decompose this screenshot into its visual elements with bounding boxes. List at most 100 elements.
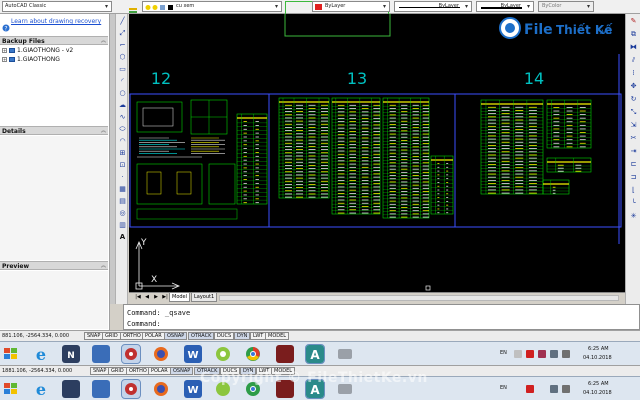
- internet-explorer-icon[interactable]: e: [32, 380, 50, 399]
- windows-start-icon[interactable]: [2, 345, 20, 363]
- firefox-icon[interactable]: [152, 345, 170, 363]
- polyline-icon[interactable]: ⌐: [118, 41, 127, 50]
- polar-toggle[interactable]: POLAR: [148, 367, 171, 375]
- color-dropdown[interactable]: ByLayer ▾: [312, 1, 390, 12]
- horizontal-scrollbar[interactable]: [219, 295, 619, 301]
- file-explorer-icon[interactable]: [92, 380, 110, 398]
- rectangle-icon[interactable]: ▭: [118, 65, 127, 74]
- stretch-icon[interactable]: ⇲: [629, 121, 638, 130]
- command-prompt[interactable]: Command:: [127, 320, 161, 328]
- move-icon[interactable]: ✥: [629, 82, 638, 91]
- network-icon[interactable]: [550, 385, 558, 393]
- join-icon[interactable]: ⊐: [629, 173, 638, 182]
- grid-toggle[interactable]: GRID: [108, 367, 127, 375]
- trim-icon[interactable]: ✂: [629, 134, 638, 143]
- plotstyle-dropdown[interactable]: ByColor ▾: [538, 1, 594, 12]
- circle-icon[interactable]: ○: [118, 89, 127, 98]
- first-tab-icon[interactable]: |◀: [135, 294, 141, 301]
- point-icon[interactable]: ·: [118, 173, 127, 182]
- app-icon[interactable]: [276, 345, 294, 363]
- next-tab-icon[interactable]: ▶: [153, 294, 159, 301]
- osnap-toggle[interactable]: OSNAP: [170, 367, 194, 375]
- file-explorer-icon[interactable]: [92, 345, 110, 363]
- ortho-toggle[interactable]: ORTHO: [120, 332, 144, 340]
- ellipse-icon[interactable]: ⬭: [118, 125, 127, 134]
- chrome-icon[interactable]: [244, 345, 262, 363]
- lwt-toggle[interactable]: LWT: [250, 332, 267, 340]
- linetype-dropdown[interactable]: ByLayer ▾: [394, 1, 472, 12]
- word-icon[interactable]: W: [184, 345, 202, 363]
- last-tab-icon[interactable]: ▶|: [162, 294, 168, 301]
- offset-icon[interactable]: ⫽: [629, 56, 638, 65]
- language-indicator[interactable]: EN: [500, 385, 507, 391]
- ortho-toggle[interactable]: ORTHO: [126, 367, 150, 375]
- network-icon[interactable]: [550, 350, 558, 358]
- mtext-icon[interactable]: A: [118, 233, 127, 242]
- break-icon[interactable]: ⊏: [629, 160, 638, 169]
- ellipse-arc-icon[interactable]: ◠: [118, 137, 127, 146]
- clock-time[interactable]: 6:25 AM: [588, 381, 609, 387]
- make-block-icon[interactable]: ⊡: [118, 161, 127, 170]
- insert-block-icon[interactable]: ⊞: [118, 149, 127, 158]
- construction-line-icon[interactable]: ⤢: [118, 29, 127, 38]
- autocad-icon[interactable]: A: [305, 344, 325, 364]
- app-icon[interactable]: [214, 345, 232, 363]
- unikey-icon[interactable]: [526, 385, 534, 393]
- extend-icon[interactable]: ⇥: [629, 147, 638, 156]
- firefox-icon[interactable]: [152, 380, 170, 398]
- clock-date[interactable]: 04.10.2018: [583, 355, 612, 361]
- mirror-icon[interactable]: ⧓: [629, 43, 638, 52]
- preview-header[interactable]: Preview ︽: [0, 261, 108, 270]
- tray-chevron-icon[interactable]: [514, 350, 522, 358]
- erase-icon[interactable]: ✎: [629, 17, 638, 26]
- spline-icon[interactable]: ∿: [118, 113, 127, 122]
- snap-toggle[interactable]: SNAP: [90, 367, 110, 375]
- details-header[interactable]: Details ︽: [0, 126, 108, 135]
- app-icon[interactable]: [62, 380, 80, 398]
- array-icon[interactable]: ⁞: [629, 69, 638, 78]
- drawing-canvas[interactable]: 12 13 14 Y X: [129, 11, 625, 292]
- backup-files-header[interactable]: Backup Files ︽: [0, 36, 108, 45]
- volume-icon[interactable]: [562, 350, 570, 358]
- hatch-icon[interactable]: ▦: [118, 185, 127, 194]
- tab-model[interactable]: Model: [169, 293, 191, 302]
- backup-file-item[interactable]: +1.GIAOTHONG: [2, 56, 60, 63]
- recovery-link[interactable]: Learn about drawing recovery: [11, 18, 101, 25]
- explode-icon[interactable]: ✳: [629, 212, 638, 221]
- backup-file-item[interactable]: +1.GIAOTHONG - v2: [2, 47, 73, 54]
- fillet-icon[interactable]: ╰: [629, 199, 638, 208]
- polygon-icon[interactable]: ⬡: [118, 53, 127, 62]
- copy-icon[interactable]: ⧉: [629, 30, 638, 39]
- media-icon[interactable]: [121, 344, 141, 364]
- command-window[interactable]: Command: _qsave Command:: [123, 304, 640, 330]
- internet-explorer-icon[interactable]: e: [32, 345, 50, 364]
- windows-start-icon[interactable]: [2, 380, 20, 398]
- language-indicator[interactable]: EN: [500, 350, 507, 356]
- dyn-toggle[interactable]: DYN: [234, 332, 251, 340]
- grid-toggle[interactable]: GRID: [102, 332, 121, 340]
- tab-layout1[interactable]: Layout1: [191, 293, 218, 302]
- prev-tab-icon[interactable]: ◀: [144, 294, 150, 301]
- ducs-toggle[interactable]: DUCS: [214, 332, 235, 340]
- snap-toggle[interactable]: SNAP: [84, 332, 104, 340]
- line-icon[interactable]: ╱: [118, 17, 127, 26]
- tray-app-icon[interactable]: [538, 350, 546, 358]
- app-icon[interactable]: N: [62, 345, 80, 363]
- gradient-icon[interactable]: ▤: [118, 197, 127, 206]
- otrack-toggle[interactable]: OTRACK: [188, 332, 215, 340]
- model-toggle[interactable]: MODEL: [265, 332, 290, 340]
- chamfer-icon[interactable]: ⌊: [629, 186, 638, 195]
- layer-dropdown[interactable]: cu xem ▾: [142, 1, 282, 12]
- arc-icon[interactable]: ◜: [118, 77, 127, 86]
- workspace-dropdown[interactable]: AutoCAD Classic ▾: [2, 1, 112, 12]
- revcloud-icon[interactable]: ☁: [118, 101, 127, 110]
- layer-properties-icon[interactable]: [128, 2, 138, 16]
- scale-icon[interactable]: ⤡: [629, 108, 638, 117]
- unikey-icon[interactable]: [526, 350, 534, 358]
- osnap-toggle[interactable]: OSNAP: [164, 332, 188, 340]
- clock-time[interactable]: 6:25 AM: [588, 346, 609, 352]
- table-icon[interactable]: ▥: [118, 221, 127, 230]
- clock-date[interactable]: 04.10.2018: [583, 390, 612, 396]
- app-icon[interactable]: [336, 345, 354, 363]
- lineweight-dropdown[interactable]: ByLayer ▾: [476, 1, 534, 12]
